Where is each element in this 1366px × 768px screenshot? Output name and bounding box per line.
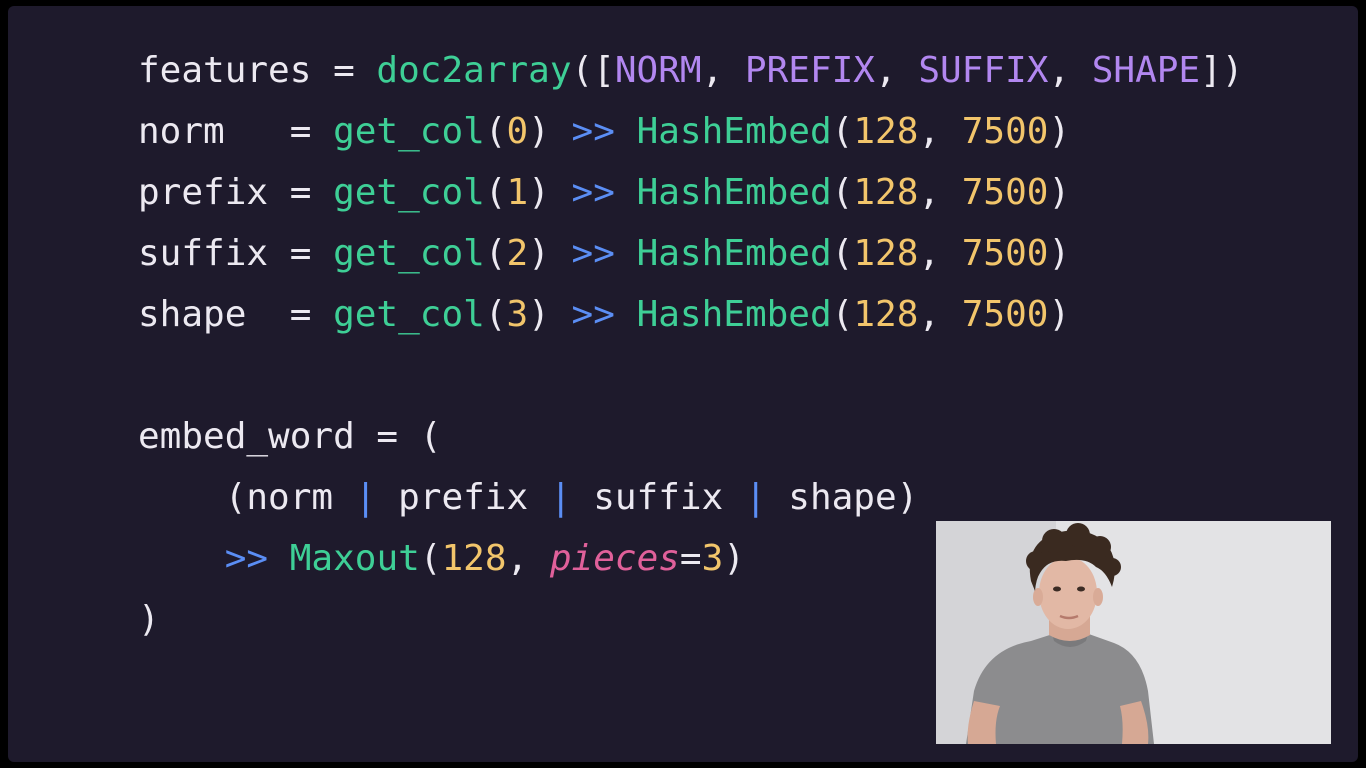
code-token-punc: ]) [1200,50,1244,91]
code-token-fn: get_col [333,172,485,213]
code-token-punc: ) [528,233,572,274]
video-frame: features = doc2array([NORM, PREFIX, SUFF… [0,0,1366,768]
code-token-punc: ( [419,538,442,579]
code-token-punc [268,538,290,579]
code-token-num: 3 [506,294,529,335]
code-token-fn: doc2array [376,50,572,91]
code-token-num: 0 [506,111,529,152]
code-token-var: norm = [138,111,334,152]
code-token-num: 7500 [961,233,1049,274]
code-token-var: suffix [571,477,745,518]
code-token-punc: ([ [571,50,615,91]
code-token-punc: , [918,294,962,335]
code-token-punc: , [918,233,962,274]
code-token-punc: , [918,111,962,152]
code-token-punc: , [874,50,919,91]
code-token-punc [615,111,637,152]
code-token-const: PREFIX [744,50,875,91]
code-token-var: prefix = [138,172,334,213]
code-token-punc: = [679,538,702,579]
code-token-punc: ( [831,233,854,274]
presenter-webcam [936,521,1331,744]
code-token-op: | [744,477,767,518]
code-token-op: >> [571,233,615,274]
code-token-punc: ( [484,233,507,274]
code-token-punc: ) [528,172,572,213]
code-token-const: NORM [614,50,702,91]
code-token-fn: HashEmbed [636,111,832,152]
code-line: (norm | prefix | suffix | shape) [138,467,1243,528]
presenter-video-icon [936,521,1331,744]
code-token-punc: ) [528,294,572,335]
code-token-fn: get_col [333,233,485,274]
code-token-op: >> [224,538,269,579]
code-token-num: 7500 [961,172,1049,213]
code-token-punc: ) [1048,111,1071,152]
code-token-kw: pieces [549,538,680,579]
code-token-num: 7500 [961,294,1049,335]
code-token-fn: HashEmbed [636,233,832,274]
code-token-fn: HashEmbed [636,294,832,335]
code-token-punc: , [918,172,962,213]
code-token-var: suffix = [138,233,334,274]
code-token-punc: , [701,50,745,91]
code-token-op: >> [571,294,615,335]
code-line: prefix = get_col(1) >> HashEmbed(128, 75… [138,162,1243,223]
code-token-var: shape = [138,294,334,335]
code-token-punc [138,538,225,579]
code-token-num: 128 [853,294,919,335]
code-token-punc: ( [831,111,854,152]
code-token-fn: get_col [333,111,485,152]
code-token-op: >> [571,172,615,213]
code-line: suffix = get_col(2) >> HashEmbed(128, 75… [138,223,1243,284]
code-token-punc: , [506,538,550,579]
code-token-num: 1 [506,172,529,213]
code-token-fn: get_col [333,294,485,335]
code-token-var: features = [138,50,377,91]
code-token-num: 128 [853,111,919,152]
code-token-op: | [354,477,377,518]
code-line: embed_word = ( [138,406,1243,467]
code-token-punc: ( [831,172,854,213]
code-token-punc: , [1048,50,1092,91]
code-token-punc: ) [723,538,745,579]
code-token-num: 7500 [961,111,1049,152]
code-token-fn: HashEmbed [636,172,832,213]
code-token-punc: ) [1048,233,1071,274]
code-token-punc: ( [484,111,507,152]
code-token-punc [615,233,637,274]
code-token-op: | [549,477,572,518]
code-line: shape = get_col(3) >> HashEmbed(128, 750… [138,284,1243,345]
code-token-num: 128 [441,538,507,579]
code-token-punc: ) [1048,172,1071,213]
code-token-var: shape) [766,477,919,518]
code-token-var: prefix [376,477,550,518]
code-token-punc [615,294,637,335]
code-token-var: ) [138,599,160,640]
code-token-var: embed_word = ( [138,416,442,457]
code-token-num: 3 [701,538,724,579]
code-token-num: 2 [506,233,529,274]
code-token-const: SUFFIX [918,50,1049,91]
code-token-num: 128 [853,172,919,213]
code-line: features = doc2array([NORM, PREFIX, SUFF… [138,40,1243,101]
code-token-punc: ( [484,294,507,335]
code-token-var: (norm [138,477,355,518]
code-line: norm = get_col(0) >> HashEmbed(128, 7500… [138,101,1243,162]
code-token-punc [615,172,637,213]
code-token-punc: ) [528,111,572,152]
code-token-fn: Maxout [289,538,420,579]
code-token-punc: ( [484,172,507,213]
code-token-op: >> [571,111,615,152]
code-token-punc: ( [831,294,854,335]
code-token-const: SHAPE [1091,50,1201,91]
code-token-punc: ) [1048,294,1071,335]
code-token-num: 128 [853,233,919,274]
